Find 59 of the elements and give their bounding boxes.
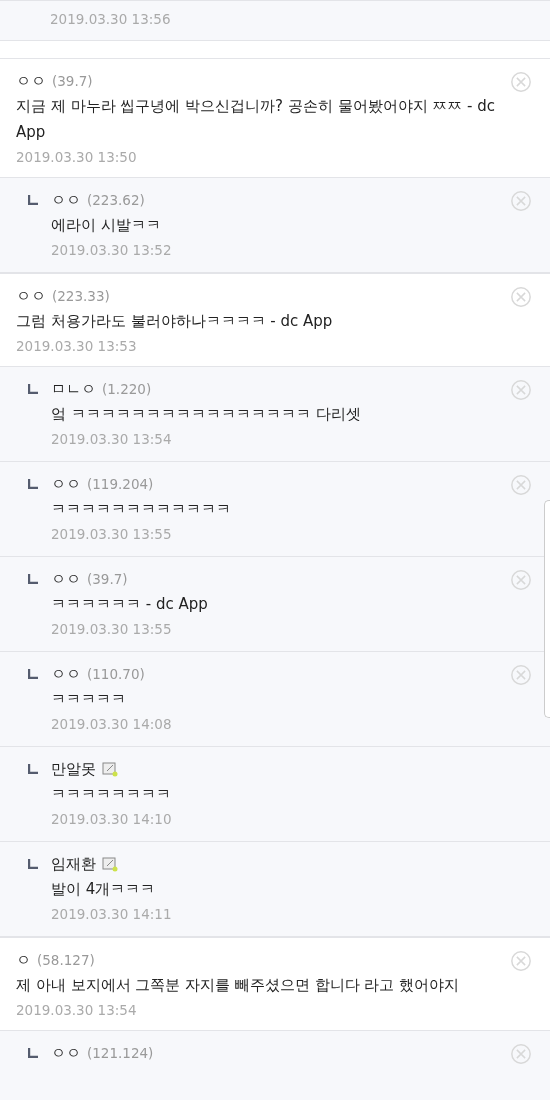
ip-address: (119.204)	[87, 476, 154, 492]
delete-button[interactable]	[510, 569, 532, 591]
nickname[interactable]: ㅇ	[16, 950, 31, 970]
reply-icon	[28, 859, 38, 869]
reply-date: 2019.03.30 13:55	[51, 620, 173, 639]
scrollbar[interactable]	[544, 500, 550, 718]
comment-text: 그럼 처용가라도 불러야하나ㅋㅋㅋㅋ - dc App	[16, 311, 334, 332]
nickname[interactable]: ㅇㅇ	[51, 664, 81, 684]
comment-text: 지금 제 마누라 씹구녕에 박으신겁니까? 공손히 물어봤어야지 ㅉㅉ - dc App	[16, 96, 497, 143]
comment-date: 2019.03.30 13:50	[16, 148, 138, 167]
delete-button[interactable]	[510, 474, 532, 496]
reply-text: ㅋㅋㅋㅋㅋㅋ - dc App	[51, 594, 209, 615]
ip-address: (223.62)	[87, 192, 145, 208]
reply-date: 2019.03.30 13:55	[51, 525, 173, 544]
reply-icon	[28, 479, 38, 489]
nickname[interactable]: 임재환	[51, 854, 96, 874]
reply-text: ㅋㅋㅋㅋㅋㅋㅋㅋㅋㅋㅋㅋ	[51, 499, 232, 520]
delete-button[interactable]	[510, 286, 532, 308]
delete-button[interactable]	[510, 379, 532, 401]
reply-icon	[28, 1048, 38, 1058]
delete-button[interactable]	[510, 950, 532, 972]
reply-text: 에라이 시발ㅋㅋ	[51, 215, 162, 236]
ip-address: (223.33)	[52, 288, 110, 304]
delete-button[interactable]	[510, 190, 532, 212]
nickname[interactable]: ㅇㅇ	[16, 71, 46, 91]
ip-address: (1.220)	[102, 381, 152, 397]
ip-address: (58.127)	[37, 952, 95, 968]
nickname[interactable]: ㅇㅇ	[51, 190, 81, 210]
reply-icon	[28, 669, 38, 679]
reply-icon	[28, 764, 38, 774]
reply-icon	[28, 195, 38, 205]
reply-text: ㅋㅋㅋㅋㅋ	[51, 689, 127, 710]
reply-date: 2019.03.30 13:54	[51, 430, 173, 449]
ip-address: (39.7)	[52, 73, 93, 89]
comment-date: 2019.03.30 13:54	[16, 1001, 138, 1020]
delete-button[interactable]	[510, 71, 532, 93]
delete-button[interactable]	[510, 664, 532, 686]
nickname[interactable]: ㅇㅇ	[51, 1043, 81, 1063]
reply-date: 2019.03.30 14:08	[51, 715, 173, 734]
reply-date: 2019.03.30 13:52	[51, 241, 173, 260]
comment-date: 2019.03.30 13:53	[16, 337, 138, 356]
reply-date: 2019.03.30 13:56	[50, 10, 172, 29]
reply-icon	[28, 384, 38, 394]
reply-text: ㅋㅋㅋㅋㅋㅋㅋㅋ	[51, 784, 172, 805]
nickname[interactable]: ㅇㅇ	[51, 569, 81, 589]
nickname[interactable]: ㅁㄴㅇ	[51, 379, 96, 399]
reply-date: 2019.03.30 14:10	[51, 810, 173, 829]
comment-text: 제 아내 보지에서 그쪽분 자지를 빼주셨으면 합니다 라고 했어야지	[16, 975, 461, 996]
ip-address: (121.124)	[87, 1045, 154, 1061]
ip-address: (110.70)	[87, 666, 145, 682]
delete-button[interactable]	[510, 1043, 532, 1065]
reply-icon	[28, 574, 38, 584]
reply-date: 2019.03.30 14:11	[51, 905, 173, 924]
ip-address: (39.7)	[87, 571, 128, 587]
reply-text: 엌 ㅋㅋㅋㅋㅋㅋㅋㅋㅋㅋㅋㅋㅋㅋㅋㅋ 다리셋	[51, 404, 362, 425]
nickname[interactable]: ㅇㅇ	[16, 286, 46, 306]
nickname[interactable]: 만알못	[51, 759, 96, 779]
reply-text: 발이 4개ㅋㅋㅋ	[51, 879, 157, 900]
nickname[interactable]: ㅇㅇ	[51, 474, 81, 494]
